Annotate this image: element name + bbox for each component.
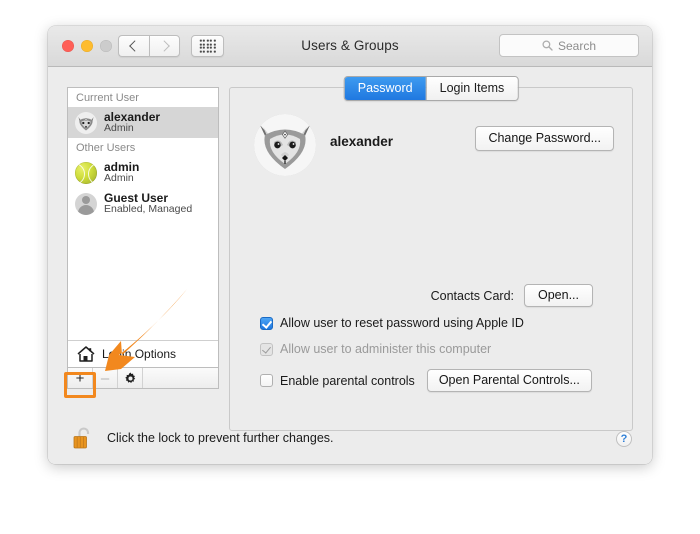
checkbox-administer-computer: [260, 342, 273, 356]
sidebar-user-role: Enabled, Managed: [104, 203, 193, 216]
password-pane: Password Login Items alexander Change Pa…: [229, 76, 633, 431]
users-list-toolbar: + –: [67, 368, 219, 389]
users-list: Current User alexander Admin Other Users…: [67, 87, 219, 368]
group-header-current-user: Current User: [68, 88, 218, 107]
sidebar-user-text: admin Admin: [104, 161, 139, 185]
users-and-groups-window: Users & Groups Search Current User alexa…: [48, 26, 652, 464]
checkbox-row-parental-controls[interactable]: Enable parental controls Open Parental C…: [260, 369, 592, 392]
contacts-card-label: Contacts Card:: [430, 288, 514, 303]
remove-user-button: –: [93, 368, 118, 388]
sidebar-user-text: alexander Admin: [104, 111, 160, 135]
checkbox-label-reset-password: Allow user to reset password using Apple…: [280, 316, 524, 330]
help-button[interactable]: ?: [616, 431, 632, 447]
home-icon: [77, 346, 95, 362]
account-name: alexander: [330, 134, 394, 149]
toolbar-filler: [143, 368, 218, 388]
checkbox-label-administer-computer: Allow user to administer this computer: [280, 342, 492, 356]
fox-avatar-icon: [75, 111, 97, 134]
lock-message: Click the lock to prevent further change…: [107, 431, 334, 445]
sidebar-user-role: Admin: [104, 172, 134, 185]
window-titlebar: Users & Groups Search: [48, 26, 652, 67]
gear-icon: [124, 371, 135, 383]
sidebar-item-guest-user[interactable]: Guest User Enabled, Managed: [68, 188, 218, 219]
window-body: Current User alexander Admin Other Users…: [48, 67, 652, 464]
user-settings-button[interactable]: [118, 368, 143, 388]
sidebar-item-admin[interactable]: admin Admin: [68, 157, 218, 188]
pane-tab-bar: Password Login Items: [343, 76, 519, 101]
open-parental-controls-button[interactable]: Open Parental Controls...: [426, 369, 592, 392]
screenshot-root: Users & Groups Search Current User alexa…: [0, 0, 700, 534]
checkbox-row-reset-password[interactable]: Allow user to reset password using Apple…: [260, 316, 524, 330]
checkbox-parental-controls[interactable]: [260, 374, 273, 387]
search-icon: [542, 40, 553, 51]
tab-login-items[interactable]: Login Items: [425, 77, 518, 100]
sidebar-item-login-options[interactable]: Login Options: [68, 340, 218, 367]
help-question-icon: ?: [620, 433, 628, 445]
lock-control[interactable]: Click the lock to prevent further change…: [71, 425, 334, 451]
unlocked-padlock-icon[interactable]: [71, 425, 95, 451]
account-avatar[interactable]: [254, 114, 316, 176]
change-password-button[interactable]: Change Password...: [475, 126, 614, 151]
fox-avatar-icon: [254, 114, 316, 176]
sidebar-item-alexander[interactable]: alexander Admin: [68, 107, 218, 138]
person-silhouette-icon: [75, 192, 97, 215]
search-placeholder: Search: [557, 38, 597, 53]
sidebar-user-text: Guest User Enabled, Managed: [104, 192, 192, 216]
add-user-button[interactable]: +: [68, 368, 93, 388]
sidebar-user-role: Admin: [104, 122, 134, 135]
checkbox-row-administer-computer: Allow user to administer this computer: [260, 342, 491, 356]
checkbox-reset-password[interactable]: [260, 316, 273, 330]
tab-password[interactable]: Password: [344, 77, 426, 100]
contacts-card-row: Contacts Card: Open...: [230, 284, 632, 307]
checkbox-label-parental-controls: Enable parental controls: [280, 373, 415, 388]
group-header-other-users: Other Users: [68, 138, 218, 157]
search-input[interactable]: Search: [499, 34, 639, 57]
login-options-label: Login Options: [102, 347, 177, 361]
open-contacts-card-button[interactable]: Open...: [524, 284, 593, 307]
tennis-ball-avatar-icon: [75, 161, 97, 184]
